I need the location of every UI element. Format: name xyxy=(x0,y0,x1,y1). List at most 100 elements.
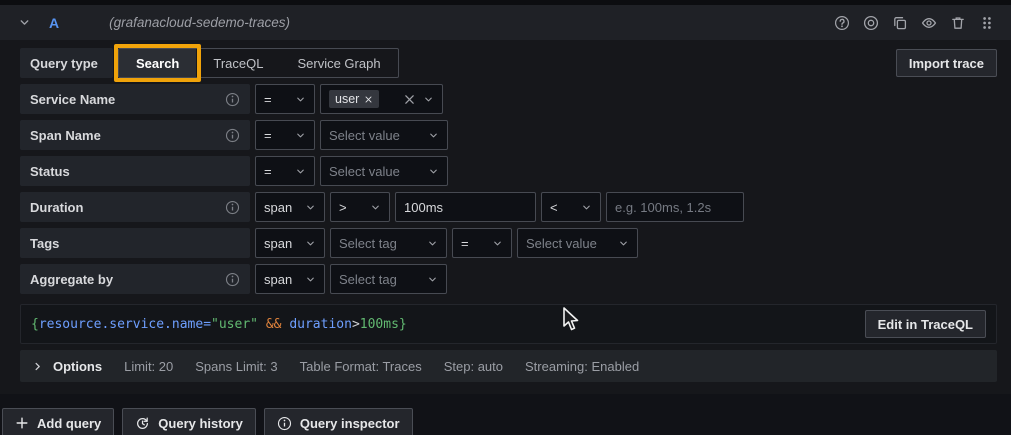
query-letter[interactable]: A xyxy=(49,15,59,31)
select-placeholder: Select value xyxy=(329,164,400,179)
tags-tag-select[interactable]: Select tag xyxy=(330,228,447,258)
filter-row-aggregate-by: Aggregate by span Select tag xyxy=(20,264,997,294)
hide-query-eye-icon[interactable] xyxy=(921,15,937,31)
info-icon[interactable] xyxy=(225,128,240,143)
select-placeholder: Select value xyxy=(526,236,597,251)
label-text: Service Name xyxy=(30,92,115,107)
token-field: resource.service.name xyxy=(39,317,203,332)
status-label: Status xyxy=(20,156,250,186)
scope-value: span xyxy=(264,200,292,215)
selected-value-chip: user xyxy=(329,90,379,108)
service-name-operator-select[interactable]: = xyxy=(255,84,315,114)
filter-row-duration: Duration span > < xyxy=(20,192,997,222)
duration-gt-input[interactable] xyxy=(404,200,527,215)
options-stat-streaming: Streaming: Enabled xyxy=(525,359,639,374)
options-stat-limit: Limit: 20 xyxy=(124,359,173,374)
tags-value-select[interactable]: Select value xyxy=(517,228,638,258)
options-toggle[interactable]: Options xyxy=(32,359,102,374)
status-value-select[interactable]: Select value xyxy=(320,156,448,186)
plus-icon xyxy=(15,416,29,430)
select-placeholder: Select value xyxy=(329,128,400,143)
chip-label: user xyxy=(335,92,359,106)
collapse-chevron-icon[interactable] xyxy=(18,16,31,29)
operator-value: > xyxy=(339,200,347,215)
aggregate-by-tag-select[interactable]: Select tag xyxy=(330,264,447,294)
label-text: Query type xyxy=(30,56,98,71)
edit-in-traceql-label: Edit in TraceQL xyxy=(878,317,973,332)
options-stat-step: Step: auto xyxy=(444,359,503,374)
tab-search-label: Search xyxy=(136,56,179,71)
aggregate-by-scope-select[interactable]: span xyxy=(255,264,325,294)
tab-service-graph[interactable]: Service Graph xyxy=(280,49,397,77)
delete-query-trash-icon[interactable] xyxy=(950,15,966,31)
query-row-header: A (grafanacloud-sedemo-traces) xyxy=(0,5,1011,40)
tags-scope-select[interactable]: span xyxy=(255,228,325,258)
token-brace-open: { xyxy=(31,317,39,332)
query-history-button[interactable]: Query history xyxy=(122,408,256,435)
token-gt-operator: > xyxy=(352,317,360,332)
select-placeholder: Select tag xyxy=(339,272,397,287)
edit-in-traceql-button[interactable]: Edit in TraceQL xyxy=(865,310,986,338)
span-name-operator-select[interactable]: = xyxy=(255,120,315,150)
filter-row-tags: Tags span Select tag = Select value xyxy=(20,228,997,258)
service-name-label: Service Name xyxy=(20,84,250,114)
add-query-label: Add query xyxy=(37,416,101,431)
select-placeholder: Select tag xyxy=(339,236,397,251)
status-operator-select[interactable]: = xyxy=(255,156,315,186)
query-inspector-label: Query inspector xyxy=(300,416,400,431)
aggregate-by-label: Aggregate by xyxy=(20,264,250,294)
traceql-query-text: {resource.service.name="user" && duratio… xyxy=(31,317,407,332)
label-text: Duration xyxy=(30,200,83,215)
info-icon[interactable] xyxy=(225,92,240,107)
service-name-value-select[interactable]: user xyxy=(320,84,443,114)
options-collapsible-bar[interactable]: Options Limit: 20 Spans Limit: 3 Table F… xyxy=(20,350,997,382)
query-inspector-button[interactable]: Query inspector xyxy=(264,408,413,435)
filter-row-service-name: Service Name = user xyxy=(20,84,997,114)
duration-lt-operator-select[interactable]: < xyxy=(541,192,601,222)
duration-scope-select[interactable]: span xyxy=(255,192,325,222)
clear-values-icon[interactable] xyxy=(403,93,416,106)
add-query-button[interactable]: Add query xyxy=(2,408,114,435)
chevron-right-icon xyxy=(32,361,43,372)
tags-operator-select[interactable]: = xyxy=(452,228,512,258)
query-type-radio-group: Search TraceQL Service Graph xyxy=(118,48,399,78)
footer-actions: Add query Query history Query inspector xyxy=(0,394,1011,435)
duration-label: Duration xyxy=(20,192,250,222)
span-name-value-select[interactable]: Select value xyxy=(320,120,448,150)
operator-value: < xyxy=(550,200,558,215)
remove-value-icon[interactable] xyxy=(364,95,373,104)
query-row-actions xyxy=(834,15,995,31)
info-circle-icon xyxy=(277,416,292,431)
drag-handle-icon[interactable] xyxy=(979,15,995,31)
label-text: Span Name xyxy=(30,128,101,143)
info-icon[interactable] xyxy=(225,200,240,215)
token-duration-value: 100ms xyxy=(360,317,399,332)
operator-value: = xyxy=(264,92,272,107)
record-icon[interactable] xyxy=(863,15,879,31)
info-icon[interactable] xyxy=(225,272,240,287)
operator-value: = xyxy=(264,164,272,179)
query-type-label: Query type xyxy=(20,48,113,78)
query-preview: {resource.service.name="user" && duratio… xyxy=(20,304,997,344)
duration-gt-operator-select[interactable]: > xyxy=(330,192,390,222)
duration-lt-input-wrap xyxy=(606,192,744,222)
datasource-name: (grafanacloud-sedemo-traces) xyxy=(109,15,290,30)
tab-traceql-label: TraceQL xyxy=(213,56,263,71)
token-brace-close: } xyxy=(399,317,407,332)
scope-value: span xyxy=(264,236,292,251)
token-equals: = xyxy=(203,317,211,332)
duration-gt-input-wrap xyxy=(395,192,536,222)
import-trace-label: Import trace xyxy=(909,56,984,71)
tab-traceql[interactable]: TraceQL xyxy=(196,49,280,77)
help-icon[interactable] xyxy=(834,15,850,31)
token-string: "user" xyxy=(211,317,258,332)
query-editor-body: Query type Search TraceQL Service Graph … xyxy=(0,40,1011,394)
tab-search[interactable]: Search xyxy=(119,49,196,77)
duplicate-icon[interactable] xyxy=(892,15,908,31)
options-title-text: Options xyxy=(53,359,102,374)
options-stat-table-format: Table Format: Traces xyxy=(300,359,422,374)
duration-lt-input[interactable] xyxy=(615,200,735,215)
label-text: Tags xyxy=(30,236,59,251)
import-trace-button[interactable]: Import trace xyxy=(896,49,997,77)
label-text: Status xyxy=(30,164,70,179)
